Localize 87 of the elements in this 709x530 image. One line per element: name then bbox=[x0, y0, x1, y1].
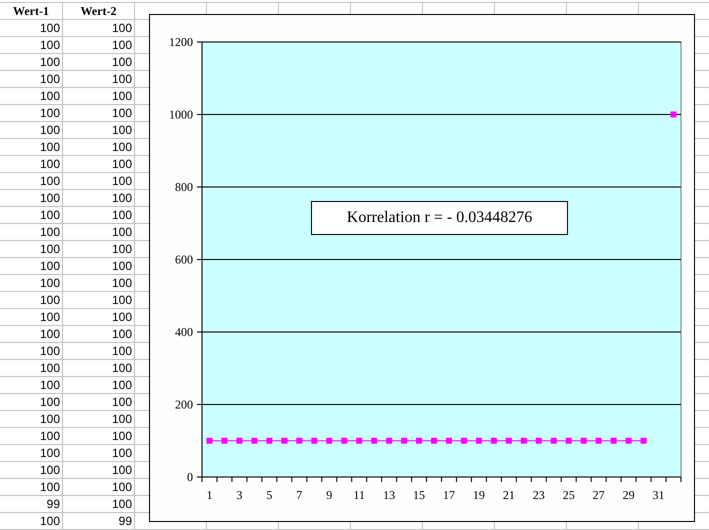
y-tick-label: 600 bbox=[175, 252, 193, 266]
x-tick-label: 23 bbox=[532, 488, 545, 502]
table-cell: 100 bbox=[40, 21, 60, 35]
x-tick-label: 21 bbox=[502, 488, 515, 502]
table-cell: 100 bbox=[40, 55, 60, 69]
table-cell: 99 bbox=[118, 514, 132, 528]
table-cell: 100 bbox=[40, 276, 60, 290]
y-tick-label: 1200 bbox=[169, 35, 193, 49]
table-cell: 100 bbox=[40, 310, 60, 324]
table-cell: 100 bbox=[40, 123, 60, 137]
table-cell: 100 bbox=[40, 480, 60, 494]
table-cell: 100 bbox=[40, 446, 60, 460]
table-cell: 100 bbox=[112, 378, 132, 392]
table-cell: 100 bbox=[40, 38, 60, 52]
table-cell: 100 bbox=[112, 157, 132, 171]
table-cell: 100 bbox=[40, 157, 60, 171]
x-tick-label: 29 bbox=[622, 488, 635, 502]
x-tick-label: 1 bbox=[206, 488, 212, 502]
table-cell: 100 bbox=[112, 72, 132, 86]
y-tick-label: 200 bbox=[175, 398, 193, 412]
table-cell: 100 bbox=[40, 378, 60, 392]
table-cell: 100 bbox=[112, 38, 132, 52]
table-cell: 100 bbox=[40, 242, 60, 256]
table-cell: 100 bbox=[112, 225, 132, 239]
table-cell: 100 bbox=[40, 259, 60, 273]
correlation-note: Korrelation r = - 0.03448276 bbox=[311, 201, 568, 235]
table-cell: 100 bbox=[112, 259, 132, 273]
table-cell: 100 bbox=[112, 395, 132, 409]
table-cell: 100 bbox=[40, 208, 60, 222]
y-tick-label: 400 bbox=[175, 325, 193, 339]
table-cell: 100 bbox=[40, 514, 60, 528]
table-cell: 100 bbox=[112, 412, 132, 426]
table-cell: 100 bbox=[112, 446, 132, 460]
table-cell: 100 bbox=[40, 174, 60, 188]
table-cell: 100 bbox=[112, 327, 132, 341]
table-cell: 100 bbox=[112, 242, 132, 256]
x-tick-label: 19 bbox=[472, 488, 485, 502]
table-cell: 100 bbox=[40, 293, 60, 307]
x-tick-label: 17 bbox=[442, 488, 455, 502]
x-tick-label: 13 bbox=[383, 488, 396, 502]
table-cell: 100 bbox=[40, 72, 60, 86]
table-cell: 100 bbox=[112, 191, 132, 205]
table-cell: 100 bbox=[40, 106, 60, 120]
x-tick-label: 31 bbox=[652, 488, 665, 502]
table-cell: 100 bbox=[112, 361, 132, 375]
table-cell: 100 bbox=[40, 140, 60, 154]
table-cell: 100 bbox=[112, 276, 132, 290]
x-tick-label: 27 bbox=[592, 488, 605, 502]
table-cell: 100 bbox=[112, 106, 132, 120]
table-cell: 100 bbox=[40, 327, 60, 341]
x-tick-label: 11 bbox=[353, 488, 365, 502]
x-tick-label: 5 bbox=[266, 488, 272, 502]
table-cell: 100 bbox=[40, 429, 60, 443]
x-tick-label: 25 bbox=[562, 488, 575, 502]
x-tick-label: 3 bbox=[236, 488, 242, 502]
table-cell: 100 bbox=[40, 344, 60, 358]
table-cell: 100 bbox=[112, 463, 132, 477]
column-header: Wert-1 bbox=[13, 4, 49, 18]
y-tick-label: 800 bbox=[175, 180, 193, 194]
table-cell: 100 bbox=[40, 395, 60, 409]
table-cell: 100 bbox=[112, 310, 132, 324]
table-cell: 99 bbox=[46, 497, 60, 511]
column-header: Wert-2 bbox=[80, 4, 116, 18]
table-cell: 100 bbox=[40, 463, 60, 477]
table-cell: 100 bbox=[40, 361, 60, 375]
y-tick-label: 1000 bbox=[169, 108, 193, 122]
table-cell: 100 bbox=[40, 225, 60, 239]
table-cell: 100 bbox=[112, 344, 132, 358]
x-tick-label: 15 bbox=[413, 488, 426, 502]
table-cell: 100 bbox=[40, 191, 60, 205]
table-cell: 100 bbox=[40, 89, 60, 103]
x-tick-label: 9 bbox=[326, 488, 332, 502]
table-cell: 100 bbox=[112, 429, 132, 443]
table-cell: 100 bbox=[112, 293, 132, 307]
x-tick-label: 7 bbox=[296, 488, 302, 502]
table-cell: 100 bbox=[112, 140, 132, 154]
table-cell: 100 bbox=[112, 123, 132, 137]
table-cell: 100 bbox=[112, 497, 132, 511]
table-cell: 100 bbox=[112, 208, 132, 222]
table-cell: 100 bbox=[112, 21, 132, 35]
table-cell: 100 bbox=[112, 174, 132, 188]
table-cell: 100 bbox=[112, 480, 132, 494]
y-tick-label: 0 bbox=[187, 470, 193, 484]
table-cell: 100 bbox=[112, 89, 132, 103]
data-point bbox=[670, 112, 677, 118]
table-cell: 100 bbox=[112, 55, 132, 69]
table-cell: 100 bbox=[40, 412, 60, 426]
